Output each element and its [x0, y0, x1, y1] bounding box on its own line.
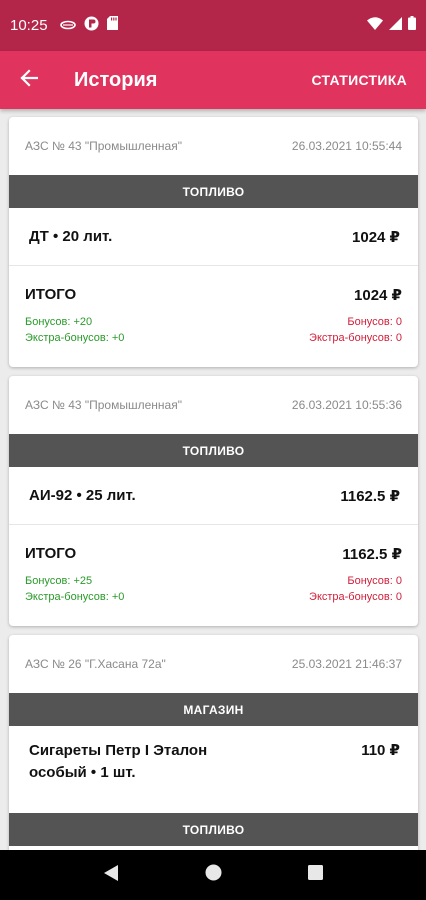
- transaction-datetime: 26.03.2021 10:55:44: [291, 139, 402, 153]
- item-name-line1: Сигареты Петр I Эталон: [29, 742, 208, 759]
- app-bar: История СТАТИСТИКА: [0, 51, 426, 109]
- transaction-card[interactable]: АЗС № 43 "Промышленная" 26.03.2021 10:55…: [9, 117, 418, 367]
- bonus-spent: Бонусов: 0: [347, 575, 402, 587]
- item-name: АИ-92 • 25 лит.: [29, 487, 136, 504]
- section-header: ТОПЛИВО: [9, 434, 418, 467]
- transaction-datetime: 26.03.2021 10:55:36: [291, 398, 402, 412]
- station-name: АЗС № 43 "Промышленная": [25, 398, 182, 412]
- card-header: АЗС № 26 "Г.Хасана 72а" 25.03.2021 21:46…: [9, 635, 418, 693]
- home-circle-icon: [205, 864, 222, 886]
- recents-square-icon: [307, 865, 323, 885]
- card-header: АЗС № 43 "Промышленная" 26.03.2021 10:55…: [9, 376, 418, 434]
- notification-icon: [84, 16, 99, 36]
- total-value: 1162.5 ₽: [342, 546, 402, 563]
- item-price: 1024 ₽: [352, 228, 400, 246]
- total-label: ИТОГО: [25, 545, 77, 562]
- bonus-spent: Бонусов: 0: [347, 316, 402, 328]
- total-block: ИТОГО 1162.5 ₽ Бонусов: +25 Бонусов: 0 Э…: [9, 525, 418, 618]
- status-bar: 10:25: [0, 0, 426, 51]
- section-header: ТОПЛИВО: [9, 175, 418, 208]
- section-header: ТОПЛИВО: [9, 813, 418, 846]
- item-price: 1162.5 ₽: [340, 487, 400, 505]
- infinity-icon: [59, 17, 76, 35]
- nav-home-button[interactable]: [193, 855, 233, 895]
- wifi-icon: [367, 16, 383, 35]
- line-item: АИ-92 • 25 лит. 1162.5 ₽: [9, 467, 418, 525]
- item-name-line2: особый • 1 шт.: [29, 764, 136, 781]
- item-name: Сигареты Петр I Эталон особый • 1 шт.: [29, 740, 207, 784]
- total-label: ИТОГО: [25, 286, 77, 303]
- battery-icon: [408, 16, 416, 35]
- page-title: История: [74, 68, 158, 91]
- statistics-button[interactable]: СТАТИСТИКА: [312, 72, 408, 88]
- system-nav-bar: [0, 850, 426, 900]
- back-button[interactable]: [0, 51, 58, 109]
- item-price: 110 ₽: [361, 742, 400, 759]
- total-value: 1024 ₽: [354, 287, 402, 304]
- bonus-earned: Бонусов: +25: [25, 575, 93, 587]
- section-header: МАГАЗИН: [9, 693, 418, 726]
- line-item: Сигареты Петр I Эталон особый • 1 шт. 11…: [9, 726, 418, 813]
- extra-bonus-earned: Экстра-бонусов: +0: [25, 332, 125, 344]
- nav-back-button[interactable]: [91, 855, 131, 895]
- transaction-datetime: 25.03.2021 21:46:37: [291, 657, 402, 671]
- station-name: АЗС № 43 "Промышленная": [25, 139, 182, 153]
- nav-recents-button[interactable]: [295, 855, 335, 895]
- arrow-left-icon: [20, 68, 39, 92]
- sd-card-icon: [106, 16, 118, 35]
- card-header: АЗС № 43 "Промышленная" 26.03.2021 10:55…: [9, 117, 418, 175]
- status-time: 10:25: [10, 17, 48, 34]
- signal-icon: [389, 16, 402, 35]
- transaction-card[interactable]: АЗС № 43 "Промышленная" 26.03.2021 10:55…: [9, 376, 418, 626]
- transaction-card[interactable]: АЗС № 26 "Г.Хасана 72а" 25.03.2021 21:46…: [9, 635, 418, 850]
- back-triangle-icon: [103, 864, 119, 887]
- item-name: ДТ • 20 лит.: [29, 228, 113, 245]
- history-list[interactable]: АЗС № 43 "Промышленная" 26.03.2021 10:55…: [0, 109, 426, 850]
- extra-bonus-earned: Экстра-бонусов: +0: [25, 591, 125, 603]
- status-icons-right: [367, 16, 416, 35]
- status-icons-left: [59, 16, 118, 36]
- line-item: ДТ • 20 лит. 1024 ₽: [9, 208, 418, 266]
- extra-bonus-spent: Экстра-бонусов: 0: [309, 332, 402, 344]
- total-block: ИТОГО 1024 ₽ Бонусов: +20 Бонусов: 0 Экс…: [9, 266, 418, 359]
- station-name: АЗС № 26 "Г.Хасана 72а": [25, 657, 166, 671]
- extra-bonus-spent: Экстра-бонусов: 0: [309, 591, 402, 603]
- bonus-earned: Бонусов: +20: [25, 316, 93, 328]
